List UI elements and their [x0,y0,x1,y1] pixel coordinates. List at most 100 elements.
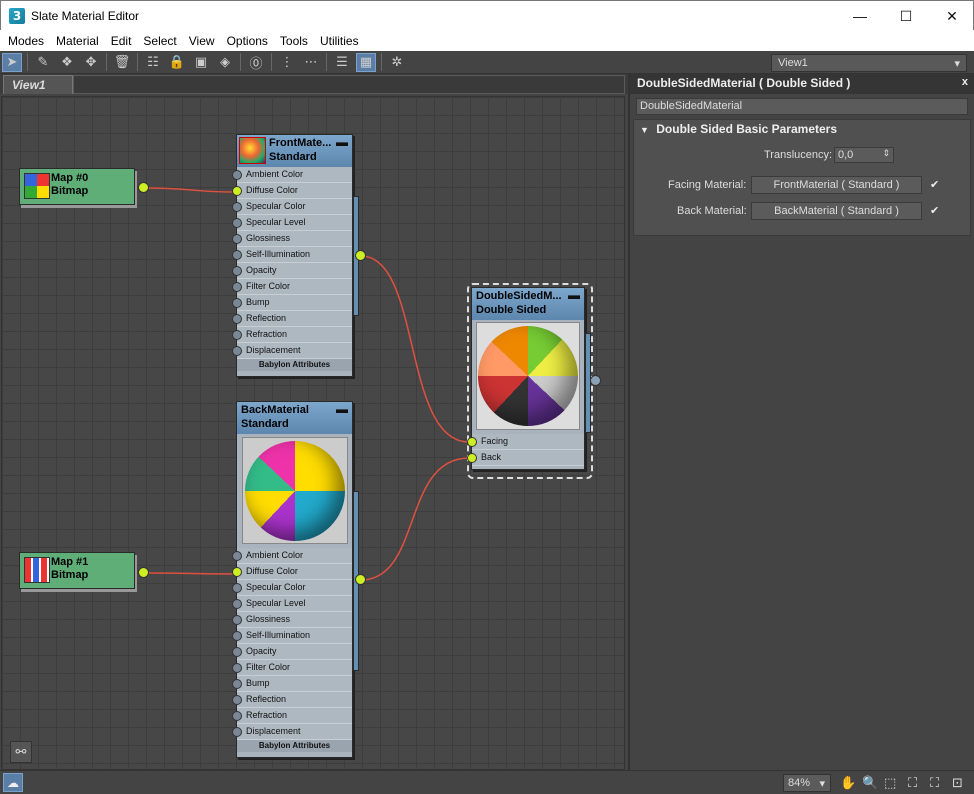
select-icon[interactable]: ➤ [2,52,22,72]
back-socket-ambient[interactable] [232,551,242,561]
map1-output-socket[interactable] [138,567,149,578]
zoom-extents-selected-icon[interactable]: ⛶ [930,775,939,791]
pick-material-icon[interactable]: ✎ [33,53,53,72]
back-footer[interactable]: Babylon Attributes [237,740,352,752]
back-socket-reflection[interactable] [232,695,242,705]
menu-view[interactable]: View [183,34,221,48]
front-slot-ambient[interactable]: Ambient Color [232,167,352,183]
back-slot-self-illumination[interactable]: Self-Illumination [232,628,352,644]
menu-options[interactable]: Options [221,34,274,48]
layout-vertical-icon[interactable]: ⋮ [277,53,297,72]
back-socket-refraction[interactable] [232,711,242,721]
facing-material-checkbox[interactable]: ✔ [930,178,939,191]
front-socket-diffuse[interactable] [232,186,242,196]
show-background-icon[interactable]: ◈ [215,53,235,72]
front-slot-opacity[interactable]: Opacity [232,263,352,279]
background-icon[interactable]: ⓪ [246,53,266,72]
back-slot-glossiness[interactable]: Glossiness [232,612,352,628]
front-footer[interactable]: Babylon Attributes [237,359,352,371]
back-socket-diffuse[interactable] [232,567,242,577]
back-slot-filter-color[interactable]: Filter Color [232,660,352,676]
front-socket-displacement[interactable] [232,346,242,356]
double-node-header[interactable]: DoubleSidedM... Double Sided ▬ [472,288,584,320]
front-output-socket[interactable] [355,250,366,261]
close-button[interactable]: ✕ [929,1,974,31]
front-node-header[interactable]: FrontMate... Standard ▬ [237,135,352,167]
translucency-spinner[interactable]: 0,0 ⇕ [834,147,894,163]
back-slot-reflection[interactable]: Reflection [232,692,352,708]
status-left-icon[interactable]: ☁ [3,773,23,792]
front-socket-refraction[interactable] [232,330,242,340]
front-material-node[interactable]: FrontMate... Standard ▬ Ambient Color Di… [232,134,353,377]
rollout-header[interactable]: ▼ Double Sided Basic Parameters [634,120,970,138]
back-slot-opacity[interactable]: Opacity [232,644,352,660]
front-collapse-icon[interactable]: ▬ [336,135,348,149]
front-socket-glossiness[interactable] [232,234,242,244]
zoom-region-icon[interactable]: ⬚ [884,775,896,791]
back-slot-diffuse[interactable]: Diffuse Color [232,564,352,580]
layout-all-icon[interactable]: ☷ [143,53,163,72]
back-material-checkbox[interactable]: ✔ [930,204,939,217]
zoom-extents-icon[interactable]: ⛶ [908,775,917,791]
double-output-socket[interactable] [590,375,601,386]
map0-output-socket[interactable] [138,182,149,193]
front-slot-specular-level[interactable]: Specular Level [232,215,352,231]
map1-node[interactable]: Map #1 Bitmap [19,552,135,589]
back-socket-filter-color[interactable] [232,663,242,673]
pan-icon[interactable]: ✋ [840,775,856,791]
double-collapse-icon[interactable]: ▬ [568,288,580,302]
front-slot-displacement[interactable]: Displacement [232,343,352,359]
back-slot-specular-level[interactable]: Specular Level [232,596,352,612]
layout-icon[interactable]: ❖ [57,53,77,72]
back-slot-displacement[interactable]: Displacement [232,724,352,740]
render-icon[interactable]: ✲ [387,53,407,72]
back-slot-refraction[interactable]: Refraction [232,708,352,724]
maximize-button[interactable]: ☐ [883,1,929,31]
front-slot-reflection[interactable]: Reflection [232,311,352,327]
front-slot-diffuse[interactable]: Diffuse Color [232,183,352,199]
back-collapse-icon[interactable]: ▬ [336,402,348,416]
back-slot-bump[interactable]: Bump [232,676,352,692]
panel-close-button[interactable]: x [962,76,968,88]
front-socket-self-illumination[interactable] [232,250,242,260]
rollout-collapse-icon[interactable]: ▼ [640,125,649,135]
front-slot-bump[interactable]: Bump [232,295,352,311]
map0-node[interactable]: Map #0 Bitmap [19,168,135,205]
back-output-socket[interactable] [355,574,366,585]
lock-icon[interactable]: 🔒 [167,53,187,72]
front-slot-glossiness[interactable]: Glossiness [232,231,352,247]
double-sided-node[interactable]: DoubleSidedM... Double Sided ▬ Facing Ba… [467,287,585,470]
back-socket-self-illumination[interactable] [232,631,242,641]
front-slot-self-illumination[interactable]: Self-Illumination [232,247,352,263]
double-slot-back[interactable]: Back [467,450,584,466]
back-socket-bump[interactable] [232,679,242,689]
spinner-arrows-icon[interactable]: ⇕ [882,148,890,159]
front-socket-specular-level[interactable] [232,218,242,228]
zoom-dropdown[interactable]: 84% ▾ [783,774,831,792]
frame-icon[interactable]: ⊡ [952,775,963,791]
menu-tools[interactable]: Tools [274,34,314,48]
tab-view1[interactable]: View1 [3,75,73,94]
back-socket-displacement[interactable] [232,727,242,737]
back-material-node[interactable]: BackMaterial Standard ▬ Ambient Color Di… [232,401,353,758]
front-socket-reflection[interactable] [232,314,242,324]
move-children-icon[interactable]: ✥ [81,53,101,72]
back-slot-specular-color[interactable]: Specular Color [232,580,352,596]
delete-icon[interactable]: 🗑 [112,53,132,72]
back-node-header[interactable]: BackMaterial Standard ▬ [237,402,352,434]
back-slot-ambient[interactable]: Ambient Color [232,548,352,564]
front-socket-specular-color[interactable] [232,202,242,212]
layout-horizontal-icon[interactable]: ⋯ [301,53,321,72]
zoom-icon[interactable]: 🔍 [862,775,878,791]
front-socket-filter-color[interactable] [232,282,242,292]
back-socket-opacity[interactable] [232,647,242,657]
minimize-button[interactable]: — [837,1,883,31]
back-socket-specular-color[interactable] [232,583,242,593]
front-socket-bump[interactable] [232,298,242,308]
double-socket-facing[interactable] [467,437,477,447]
facing-material-button[interactable]: FrontMaterial ( Standard ) [751,176,922,194]
menu-utilities[interactable]: Utilities [314,34,365,48]
menu-material[interactable]: Material [50,34,105,48]
navigator-icon[interactable]: ▦ [356,52,376,72]
navigator-toggle-icon[interactable]: ⚯ [10,741,32,763]
